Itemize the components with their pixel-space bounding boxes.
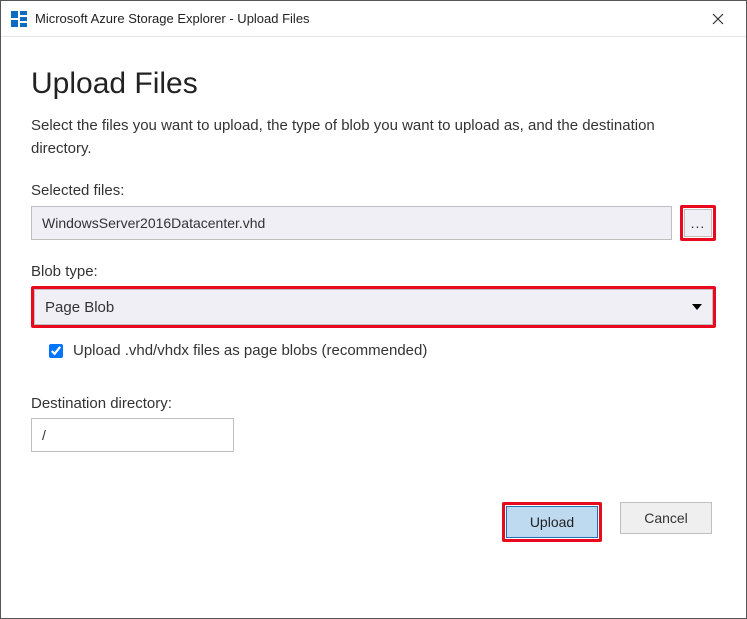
app-icon (11, 11, 27, 27)
titlebar: Microsoft Azure Storage Explorer - Uploa… (1, 1, 746, 37)
cancel-button[interactable]: Cancel (620, 502, 712, 534)
upload-highlight: Upload (502, 502, 602, 542)
window-title: Microsoft Azure Storage Explorer - Uploa… (35, 11, 698, 26)
destination-row (31, 418, 716, 452)
dialog-heading: Upload Files (31, 67, 716, 101)
blob-type-label: Blob type: (31, 263, 716, 280)
browse-highlight: ... (680, 205, 716, 241)
destination-input[interactable] (31, 418, 234, 452)
selected-files-row: ... (31, 205, 716, 241)
selected-files-label: Selected files: (31, 182, 716, 199)
selected-files-input[interactable] (31, 206, 672, 240)
destination-label: Destination directory: (31, 395, 716, 412)
dialog-content: Upload Files Select the files you want t… (1, 37, 746, 562)
vhd-checkbox-label[interactable]: Upload .vhd/vhdx files as page blobs (re… (73, 342, 427, 359)
button-row: Upload Cancel (31, 502, 716, 542)
close-icon (712, 13, 724, 25)
dialog-description: Select the files you want to upload, the… (31, 115, 716, 160)
blob-type-select[interactable]: Page Blob (34, 289, 713, 325)
ellipsis-icon: ... (691, 215, 706, 231)
blob-type-highlight: Page Blob (31, 286, 716, 328)
close-button[interactable] (698, 4, 738, 34)
browse-button[interactable]: ... (684, 209, 712, 237)
upload-button[interactable]: Upload (506, 506, 598, 538)
vhd-checkbox[interactable] (49, 344, 63, 358)
vhd-checkbox-row: Upload .vhd/vhdx files as page blobs (re… (49, 342, 716, 359)
